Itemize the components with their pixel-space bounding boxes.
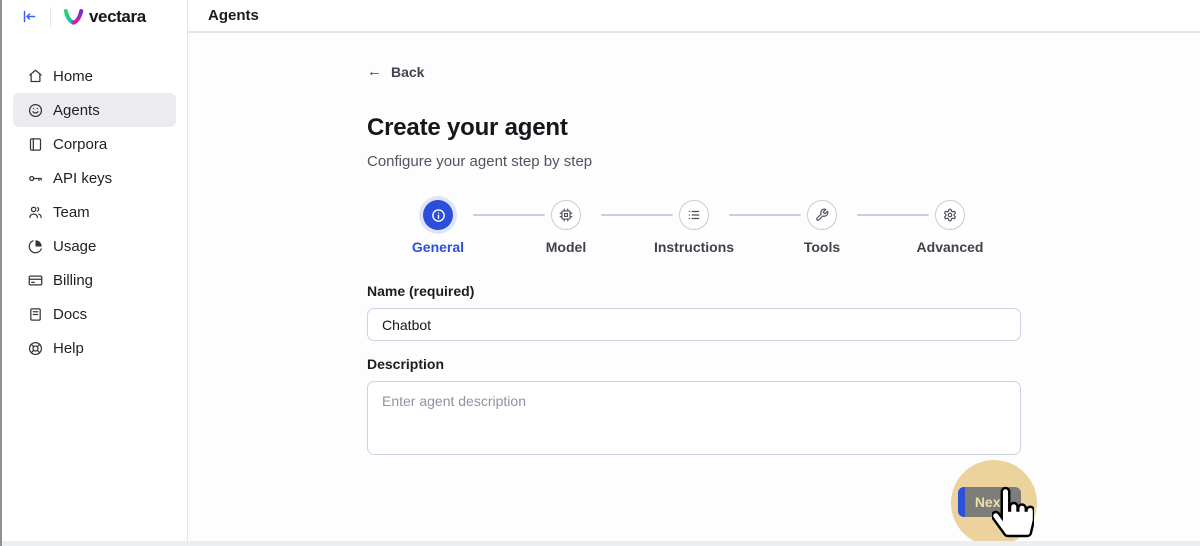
usage-pie-icon bbox=[28, 239, 43, 254]
page-subtitle: Configure your agent step by step bbox=[367, 153, 1021, 170]
sidebar-item-agents[interactable]: Agents bbox=[13, 93, 176, 127]
vectara-logo[interactable]: vectara bbox=[63, 7, 146, 27]
help-buoy-icon bbox=[28, 341, 43, 356]
stepper-connector bbox=[729, 214, 801, 216]
info-icon bbox=[423, 200, 453, 230]
sidebar-item-billing[interactable]: Billing bbox=[13, 263, 176, 297]
sidebar-item-label: Agents bbox=[53, 102, 100, 119]
stepper-connector bbox=[601, 214, 673, 216]
wizard-stepper: General Model Instructions bbox=[374, 200, 1014, 258]
cpu-chip-icon bbox=[551, 200, 581, 230]
step-label: Tools bbox=[804, 239, 840, 255]
step-tools[interactable]: Tools bbox=[758, 200, 886, 258]
stepper-connector bbox=[473, 214, 545, 216]
form-actions: Next bbox=[367, 487, 1021, 517]
home-icon bbox=[28, 69, 43, 84]
sidebar-item-corpora[interactable]: Corpora bbox=[13, 127, 176, 161]
sidebar-item-label: API keys bbox=[53, 170, 112, 187]
sidebar-item-label: Help bbox=[53, 340, 84, 357]
name-field-label: Name (required) bbox=[367, 283, 1021, 299]
sidebar-item-label: Docs bbox=[53, 306, 87, 323]
back-arrow-icon: ← bbox=[367, 63, 382, 80]
description-field-label: Description bbox=[367, 356, 1021, 372]
sidebar-item-label: Team bbox=[53, 204, 90, 221]
wrench-icon bbox=[807, 200, 837, 230]
brand-wordmark: vectara bbox=[89, 7, 146, 27]
step-label: Instructions bbox=[654, 239, 734, 255]
agents-icon bbox=[28, 103, 43, 118]
back-label: Back bbox=[391, 64, 424, 80]
sidebar-item-help[interactable]: Help bbox=[13, 331, 176, 365]
step-label: General bbox=[412, 239, 464, 255]
docs-icon bbox=[28, 307, 43, 322]
agent-name-input[interactable] bbox=[367, 308, 1021, 341]
step-model[interactable]: Model bbox=[502, 200, 630, 258]
corpora-book-icon bbox=[28, 137, 43, 152]
gear-icon bbox=[935, 200, 965, 230]
next-button-edge bbox=[958, 487, 965, 517]
sidebar-item-docs[interactable]: Docs bbox=[13, 297, 176, 331]
key-icon bbox=[28, 171, 43, 186]
window-bottom-edge bbox=[2, 541, 1200, 546]
sidebar-item-label: Corpora bbox=[53, 136, 107, 153]
next-button[interactable]: Next bbox=[959, 487, 1021, 517]
step-label: Advanced bbox=[917, 239, 984, 255]
sidebar-item-label: Home bbox=[53, 68, 93, 85]
sidebar-item-api-keys[interactable]: API keys bbox=[13, 161, 176, 195]
sidebar-item-label: Usage bbox=[53, 238, 96, 255]
step-general[interactable]: General bbox=[374, 200, 502, 258]
topbar-divider bbox=[50, 7, 51, 27]
step-instructions[interactable]: Instructions bbox=[630, 200, 758, 258]
main-region: Agents ← Back Create your agent Configur… bbox=[188, 0, 1200, 546]
page-title: Create your agent bbox=[367, 114, 1021, 142]
vectara-logo-icon bbox=[63, 8, 84, 26]
sidebar: vectara Home Agents Corpora bbox=[2, 0, 188, 546]
sidebar-item-home[interactable]: Home bbox=[13, 59, 176, 93]
page-header: Agents bbox=[188, 0, 1200, 33]
step-label: Model bbox=[546, 239, 586, 255]
billing-card-icon bbox=[28, 273, 43, 288]
agent-description-textarea[interactable] bbox=[367, 381, 1021, 455]
content-area: ← Back Create your agent Configure your … bbox=[188, 33, 1200, 546]
back-button[interactable]: ← Back bbox=[367, 63, 424, 80]
team-icon bbox=[28, 205, 43, 220]
sidebar-item-label: Billing bbox=[53, 272, 93, 289]
stepper-connector bbox=[857, 214, 929, 216]
sidebar-item-usage[interactable]: Usage bbox=[13, 229, 176, 263]
sidebar-top: vectara bbox=[2, 0, 187, 33]
collapse-sidebar-icon[interactable] bbox=[22, 9, 37, 24]
sidebar-item-team[interactable]: Team bbox=[13, 195, 176, 229]
app-window: vectara Home Agents Corpora bbox=[0, 0, 1200, 546]
step-advanced[interactable]: Advanced bbox=[886, 200, 1014, 258]
header-title: Agents bbox=[208, 7, 259, 24]
sidebar-nav: Home Agents Corpora API keys bbox=[2, 33, 187, 365]
list-icon bbox=[679, 200, 709, 230]
